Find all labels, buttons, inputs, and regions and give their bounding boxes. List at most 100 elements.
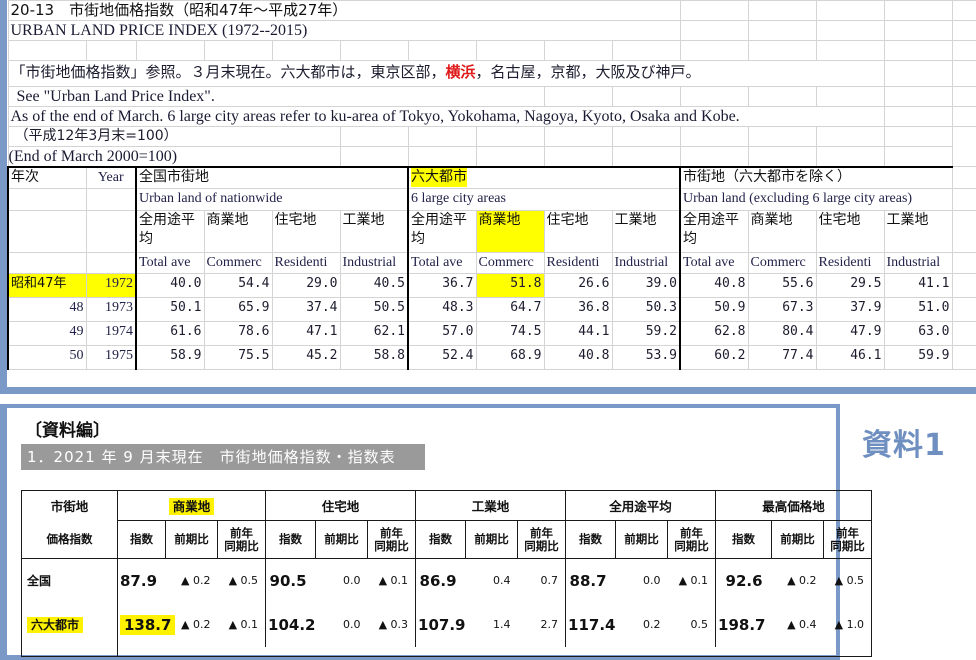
header-group-0-jp-cell: 全国市街地 bbox=[135, 166, 409, 189]
sheet-blank bbox=[339, 146, 409, 168]
sheet-blank bbox=[339, 40, 409, 61]
sheet-blank bbox=[543, 40, 613, 61]
table-row: 六大都市 138.7 ▲ 0.2 ▲ 0.1 104.2 0.0 ▲ 0.3 1… bbox=[21, 602, 873, 647]
row-zenkoku-g1-prev: 0.0 bbox=[315, 558, 368, 603]
row-2-val-0: 61.6 bbox=[135, 321, 205, 346]
sheet-blank bbox=[7, 40, 87, 61]
header-blank bbox=[85, 210, 137, 253]
sheet-blank bbox=[475, 146, 545, 168]
sheet-row-title-jp: 20-13 市街地価格指数（昭和47年〜平成27年） bbox=[7, 0, 976, 21]
sheet-blank bbox=[815, 40, 885, 61]
group-header-4-label: 最高価格地 bbox=[762, 499, 825, 514]
subcol-g2-c3-jp: 工業地 bbox=[883, 210, 953, 253]
group-header-0-label: 商業地 bbox=[168, 498, 215, 515]
row-3-val-1: 75.5 bbox=[203, 345, 273, 370]
subheader-g0-prev: 前期比 bbox=[165, 520, 218, 559]
sheet-note-jp-cell: 「市街地価格指数」参照。３月末現在。六大都市は，東京区部，横浜，名古屋，京都，大… bbox=[7, 60, 885, 87]
row-rokudai-label-text: 六大都市 bbox=[27, 617, 84, 633]
subcol-g0-c3-en: Industrial bbox=[339, 252, 409, 274]
sheet-blank bbox=[951, 188, 976, 211]
row-0-val-5: 51.8 bbox=[475, 273, 545, 298]
sheet-title-en: URBAN LAND PRICE INDEX (1972--2015) bbox=[10, 22, 308, 39]
subheader-g0-yoy-l2: 同期比 bbox=[224, 538, 259, 553]
row-rokudai-g2-prev: 1.4 bbox=[493, 618, 511, 631]
subheader-g0-yoy: 前年 同期比 bbox=[216, 520, 267, 559]
sheet-base-jp: （平成12年3月末=100） bbox=[14, 128, 178, 144]
row-3-val-5: 68.9 bbox=[475, 345, 545, 370]
row-2-val-3: 62.1 bbox=[339, 321, 409, 346]
subheader-g0-index: 指数 bbox=[117, 520, 166, 559]
table-header-group-en: Urban land of nationwide 6 large city ar… bbox=[7, 188, 976, 211]
sheet-blank bbox=[883, 86, 953, 107]
row-rokudai-g2-index: 107.9 bbox=[415, 602, 466, 647]
header-group-1-en-cell: 6 large city areas bbox=[407, 188, 681, 211]
sheet-note-en2-cell: As of the end of March. 6 large city are… bbox=[7, 106, 885, 127]
row-rokudai-g2-yoy: 2.7 bbox=[517, 602, 567, 647]
subcol-g1-c3-en: Industrial bbox=[611, 252, 681, 274]
row-0-era: 昭和47年 bbox=[7, 273, 87, 298]
sheet-blank bbox=[883, 106, 953, 127]
subcol-g2-c3-en: Industrial bbox=[883, 252, 953, 274]
row-rokudai-g1-yoy: ▲ 0.3 bbox=[367, 602, 417, 647]
sheet-blank bbox=[679, 0, 749, 21]
row-1-val-3: 50.5 bbox=[339, 297, 409, 322]
sheet-blank bbox=[407, 126, 477, 147]
spreadsheet-table: 20-13 市街地価格指数（昭和47年〜平成27年） URBAN LAND PR… bbox=[7, 0, 976, 370]
row-rokudai-g3-prev: 0.2 bbox=[643, 618, 661, 631]
index-table-subheader: 価格指数 指数 前期比 前年 同期比 指数 前期比 前年 同期比 指数 前期比 前年… bbox=[21, 520, 873, 559]
row-0-val-3: 40.5 bbox=[339, 273, 409, 298]
sheet-row-base-en: (End of March 2000=100) bbox=[7, 146, 976, 168]
row-zenkoku-g0-yoy: ▲ 0.5 bbox=[217, 558, 267, 603]
row-0-val-10: 29.5 bbox=[815, 273, 885, 298]
row-zenkoku-g2-index: 86.9 bbox=[415, 558, 466, 603]
sheet-blank bbox=[883, 0, 953, 21]
row-0-val-2: 29.0 bbox=[271, 273, 341, 298]
row-3-val-3: 58.8 bbox=[339, 345, 409, 370]
row-zenkoku-g0-prev: ▲ 0.2 bbox=[165, 558, 218, 603]
sheet-blank bbox=[543, 86, 613, 107]
sheet-note-en1-cell: See "Urban Land Price Index". bbox=[7, 86, 545, 107]
row-1-val-8: 50.9 bbox=[679, 297, 749, 322]
sheet-blank bbox=[747, 40, 817, 61]
group-header-0: 商業地 bbox=[116, 490, 267, 521]
row-zenkoku-g1-yoy: ▲ 0.1 bbox=[367, 558, 417, 603]
row-zenkoku-g4-prev: ▲ 0.2 bbox=[771, 558, 824, 603]
bottom-edge-cell bbox=[615, 646, 668, 657]
row-1-val-6: 36.8 bbox=[543, 297, 613, 322]
row-zenkoku-g2-yoy: 0.7 bbox=[517, 558, 567, 603]
shiryo-side-label: 資料1 bbox=[862, 428, 946, 463]
row-1-val-2: 37.4 bbox=[271, 297, 341, 322]
subheader-g1-prev: 前期比 bbox=[315, 520, 369, 559]
table-header-subcols-en: Total ave Commerc Residenti Industrial T… bbox=[7, 252, 976, 274]
subcol-g0-c2-en: Residenti bbox=[271, 252, 341, 274]
subcol-g1-c2-en: Residenti bbox=[543, 252, 613, 274]
subcol-g2-c2-en: Residenti bbox=[815, 252, 885, 274]
subcol-g0-c0-jp: 全用途平均 bbox=[135, 210, 205, 253]
index-table-group-header: 市街地 商業地 住宅地 工業地 全用途平均 最高価格地 bbox=[21, 490, 873, 521]
shiryo-hen-heading: 〔資料編〕 bbox=[25, 421, 110, 441]
row-rokudai-g4-yoy: ▲ 1.0 bbox=[823, 602, 873, 647]
row-3-val-4: 52.4 bbox=[407, 345, 477, 370]
bottom-edge-cell bbox=[415, 646, 466, 657]
spreadsheet-panel: 20-13 市街地価格指数（昭和47年〜平成27年） URBAN LAND PR… bbox=[0, 0, 976, 394]
sheet-blank bbox=[611, 146, 681, 168]
header-group-2-en-cell: Urban land (excluding 6 large city areas… bbox=[679, 188, 953, 211]
subheader-g4-yoy: 前年 同期比 bbox=[823, 520, 873, 559]
row-2-val-5: 74.5 bbox=[475, 321, 545, 346]
subcol-g1-c0-en: Total ave bbox=[407, 252, 477, 274]
sheet-row-base-jp: （平成12年3月末=100） bbox=[7, 126, 976, 147]
row-3-val-10: 46.1 bbox=[815, 345, 885, 370]
row-2-val-9: 80.4 bbox=[747, 321, 817, 346]
row-3-val-11: 59.9 bbox=[883, 345, 953, 370]
row-2-val-4: 57.0 bbox=[407, 321, 477, 346]
row-2-val-6: 44.1 bbox=[543, 321, 613, 346]
sheet-title-jp: 20-13 市街地価格指数（昭和47年〜平成27年） bbox=[10, 1, 348, 19]
sheet-blank bbox=[475, 126, 545, 147]
sheet-title-jp-cell: 20-13 市街地価格指数（昭和47年〜平成27年） bbox=[7, 0, 681, 21]
subcol-g0-c3-jp: 工業地 bbox=[339, 210, 409, 253]
row-rokudai-g1-prev: 0.0 bbox=[343, 618, 361, 631]
row-0-val-0: 40.0 bbox=[135, 273, 205, 298]
sheet-title-en-cell: URBAN LAND PRICE INDEX (1972--2015) bbox=[7, 20, 681, 41]
sheet-blank bbox=[883, 126, 953, 147]
subheader-g3-prev: 前期比 bbox=[615, 520, 669, 559]
